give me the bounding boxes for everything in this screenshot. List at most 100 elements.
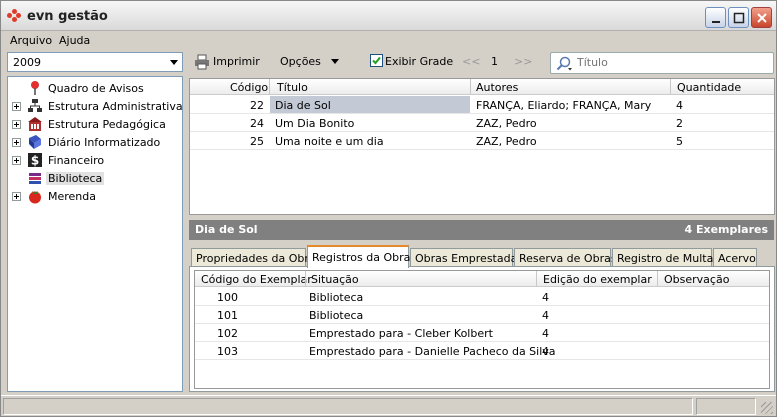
search-input[interactable] xyxy=(577,56,767,69)
books-icon xyxy=(29,173,41,184)
table-row[interactable]: 25 Uma noite e um dia ZAZ, Pedro 5 xyxy=(190,132,774,150)
cell-quantidade: 5 xyxy=(676,135,683,148)
printer-icon xyxy=(195,54,209,70)
cell-codigo-exemplar: 103 xyxy=(217,345,238,358)
status-pane xyxy=(3,398,693,415)
tree-item-estrutura-administrativa[interactable]: Estrutura Administrativa xyxy=(8,97,183,115)
col-header-codigo[interactable]: Código xyxy=(230,81,268,94)
tab-propriedades-da-obra[interactable]: Propriedades da Obra xyxy=(191,248,316,267)
cell-titulo: Um Dia Bonito xyxy=(275,117,355,130)
cell-codigo-exemplar: 102 xyxy=(217,327,238,340)
window-title: evn gestão xyxy=(27,9,108,24)
tab-registro-de-multas[interactable]: Registro de Multas xyxy=(612,248,719,267)
close-button[interactable] xyxy=(751,7,772,28)
menu-bar: Arquivo Ajuda xyxy=(1,32,776,49)
toolbar: Imprimir Opções Exibir Grade << 1 >> xyxy=(189,50,775,76)
options-button[interactable]: Opções xyxy=(280,55,321,68)
tab-reserva-de-obras[interactable]: Reserva de Obras xyxy=(514,248,617,267)
expand-icon[interactable] xyxy=(12,192,21,201)
cell-situacao: Emprestado para - Danielle Pacheco da Si… xyxy=(309,345,556,358)
cell-edicao: 4 xyxy=(542,291,549,304)
detail-count: 4 Exemplares xyxy=(684,223,768,236)
expand-icon[interactable] xyxy=(12,102,21,111)
menu-ajuda[interactable]: Ajuda xyxy=(59,34,90,47)
cell-edicao: 4 xyxy=(542,345,549,358)
col-header-quantidade[interactable]: Quantidade xyxy=(677,81,741,94)
tree-item-diario-informatizado[interactable]: Diário Informatizado xyxy=(8,133,182,151)
cell-codigo-exemplar: 100 xyxy=(217,291,238,304)
col-header-autores[interactable]: Autores xyxy=(476,81,518,94)
table-row[interactable]: 100 Biblioteca 4 xyxy=(195,288,769,306)
col-header-codigo-exemplar[interactable]: Código do Exemplar xyxy=(201,273,312,286)
close-icon xyxy=(757,13,767,23)
cell-situacao: Biblioteca xyxy=(309,291,364,304)
minimize-button[interactable] xyxy=(705,7,726,28)
show-grid-checkbox[interactable] xyxy=(370,54,383,67)
expand-icon[interactable] xyxy=(12,120,21,129)
expand-icon[interactable] xyxy=(12,156,21,165)
cell-codigo: 25 xyxy=(250,135,264,148)
dollar-icon: $ xyxy=(28,153,42,168)
app-window: evn gestão Arquivo Ajuda 2009 Quadro de … xyxy=(0,0,777,417)
table-row[interactable]: 103 Emprestado para - Danielle Pacheco d… xyxy=(195,342,769,360)
cell-titulo: Uma noite e um dia xyxy=(275,135,384,148)
detail-header: Dia de Sol 4 Exemplares xyxy=(189,220,774,240)
tree-item-quadro-de-avisos[interactable]: Quadro de Avisos xyxy=(8,79,182,97)
cell-autores: ZAZ, Pedro xyxy=(476,135,537,148)
table-row[interactable]: 24 Um Dia Bonito ZAZ, Pedro 2 xyxy=(190,114,774,132)
tree-label: Diário Informatizado xyxy=(48,136,161,149)
tab-registros-da-obra[interactable]: Registros da Obra xyxy=(307,245,410,268)
col-header-observacao[interactable]: Observação xyxy=(664,273,729,286)
works-grid-header: Código Título Autores Quantidade xyxy=(190,79,774,95)
cell-codigo: 22 xyxy=(250,99,264,112)
tab-acervo[interactable]: Acervo xyxy=(713,248,757,267)
tree-label: Estrutura Administrativa xyxy=(48,100,183,113)
detail-tabs: Propriedades da Obra Registros da Obra O… xyxy=(189,245,775,268)
tree-label: Biblioteca xyxy=(46,172,105,185)
svg-text:$: $ xyxy=(31,154,39,168)
expand-icon[interactable] xyxy=(12,138,21,147)
resize-grip-icon[interactable] xyxy=(761,402,773,414)
tree-item-estrutura-pedagogica[interactable]: Estrutura Pedagógica xyxy=(8,115,182,133)
cell-codigo-exemplar: 101 xyxy=(217,309,238,322)
pin-icon xyxy=(31,81,39,95)
show-grid-label[interactable]: Exibir Grade xyxy=(385,55,453,68)
col-header-titulo[interactable]: Título xyxy=(277,81,308,94)
tree-label: Merenda xyxy=(48,190,97,203)
checkmark-icon xyxy=(372,56,381,65)
table-row[interactable]: 101 Biblioteca 4 xyxy=(195,306,769,324)
year-select[interactable]: 2009 xyxy=(7,52,183,72)
menu-arquivo[interactable]: Arquivo xyxy=(10,34,52,47)
cell-quantidade: 4 xyxy=(676,99,683,112)
col-header-situacao[interactable]: Situação xyxy=(311,273,359,286)
app-logo-icon xyxy=(7,9,21,23)
cell-edicao: 4 xyxy=(542,327,549,340)
tree-item-biblioteca[interactable]: Biblioteca xyxy=(8,169,182,187)
cell-titulo: Dia de Sol xyxy=(270,96,470,113)
cell-autores: ZAZ, Pedro xyxy=(476,117,537,130)
cell-situacao: Emprestado para - Cleber Kolbert xyxy=(309,327,493,340)
table-row[interactable]: 22 Dia de Sol FRANÇA, Eliardo; FRANÇA, M… xyxy=(190,96,774,114)
cell-autores: FRANÇA, Eliardo; FRANÇA, Mary xyxy=(476,99,652,112)
copies-grid: Código do Exemplar Situação Edição do ex… xyxy=(194,270,770,389)
next-page-button[interactable]: >> xyxy=(514,55,532,68)
caret-down-icon xyxy=(331,59,339,64)
tree-item-merenda[interactable]: Merenda xyxy=(8,187,182,205)
tab-obras-emprestadas[interactable]: Obras Emprestadas xyxy=(410,248,523,267)
tree-label: Estrutura Pedagógica xyxy=(48,118,166,131)
tomato-icon xyxy=(29,191,41,204)
table-row[interactable]: 102 Emprestado para - Cleber Kolbert 4 xyxy=(195,324,769,342)
book-icon xyxy=(29,135,41,149)
copies-grid-header: Código do Exemplar Situação Edição do ex… xyxy=(195,271,769,287)
page-number: 1 xyxy=(491,55,498,68)
first-page-button[interactable]: << xyxy=(462,55,480,68)
maximize-button[interactable] xyxy=(728,7,749,28)
title-bar[interactable]: evn gestão xyxy=(1,1,776,31)
cell-situacao: Biblioteca xyxy=(309,309,364,322)
print-button[interactable]: Imprimir xyxy=(213,55,260,68)
tree-item-financeiro[interactable]: $ Financeiro xyxy=(8,151,182,169)
status-bar xyxy=(1,395,776,416)
minimize-icon xyxy=(712,21,720,23)
col-header-edicao[interactable]: Edição do exemplar xyxy=(543,273,652,286)
chevron-down-icon xyxy=(170,60,178,65)
